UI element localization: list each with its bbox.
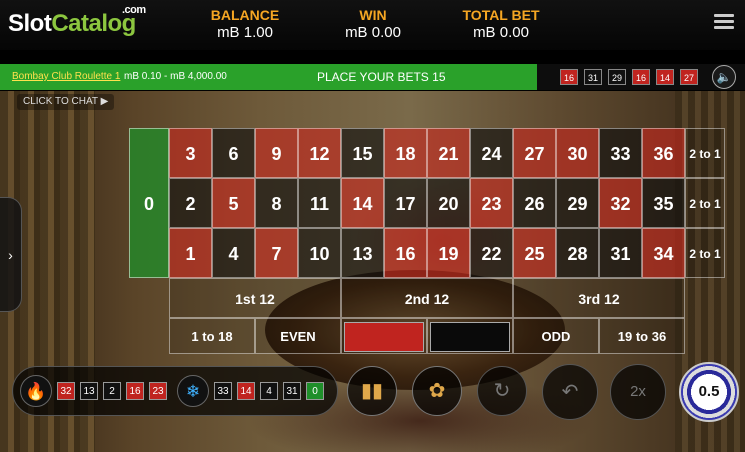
bet-spot-25[interactable]: 25 (513, 228, 556, 278)
black-swatch (430, 322, 510, 352)
bet-spot-even[interactable]: EVEN (255, 318, 341, 354)
snowflake-icon: ❄ (177, 375, 209, 407)
fire-icon: 🔥 (20, 375, 52, 407)
cold-number: 0 (306, 382, 324, 400)
bet-spot-33[interactable]: 33 (599, 128, 642, 178)
statistics-button[interactable]: ▮▮ (347, 366, 397, 416)
bet-spot-32[interactable]: 32 (599, 178, 642, 228)
bet-spot-34[interactable]: 34 (642, 228, 685, 278)
recent-result: 16 (632, 69, 650, 85)
bet-spot-column-1[interactable]: 2 to 1 (685, 228, 725, 278)
recent-result: 31 (584, 69, 602, 85)
bar-chart-icon: ▮▮ (360, 380, 383, 402)
bet-spot-19[interactable]: 19 (427, 228, 470, 278)
bet-spot-2[interactable]: 2 (169, 178, 212, 228)
bet-spot-6[interactable]: 6 (212, 128, 255, 178)
recent-result: 16 (560, 69, 578, 85)
bet-spot-28[interactable]: 28 (556, 228, 599, 278)
speaker-icon[interactable]: 🔈 (712, 65, 736, 89)
win-label: WIN (359, 7, 387, 23)
bet-spot-10[interactable]: 10 (298, 228, 341, 278)
racetrack-button[interactable]: ✿ (412, 366, 462, 416)
cold-number: 33 (214, 382, 232, 400)
chip-selector[interactable]: 0.5 (679, 362, 739, 422)
header-bar: SlotCatalog .com BALANCE mB 1.00 WIN mB … (0, 0, 745, 50)
total-bet-value: mB 0.00 (473, 24, 529, 41)
bet-spot-7[interactable]: 7 (255, 228, 298, 278)
bet-spot-2nd-12[interactable]: 2nd 12 (341, 278, 513, 318)
bet-spot-odd[interactable]: ODD (513, 318, 599, 354)
recent-result: 14 (656, 69, 674, 85)
slotcatalog-logo: SlotCatalog .com (8, 4, 146, 37)
bet-spot-29[interactable]: 29 (556, 178, 599, 228)
bet-spot-26[interactable]: 26 (513, 178, 556, 228)
bet-spot-20[interactable]: 20 (427, 178, 470, 228)
bet-spot-12[interactable]: 12 (298, 128, 341, 178)
hot-number: 23 (149, 382, 167, 400)
rebet-button[interactable]: ↻ (477, 366, 527, 416)
hamburger-icon[interactable] (714, 14, 734, 30)
bet-spot-27[interactable]: 27 (513, 128, 556, 178)
chevron-right-icon: › (8, 247, 13, 263)
table-info-bar: Bombay Club Roulette 1 mB 0.10 - mB 4,00… (0, 64, 537, 90)
bet-spot-column-3[interactable]: 2 to 1 (685, 128, 725, 178)
total-bet-label: TOTAL BET (462, 7, 540, 23)
recent-result: 29 (608, 69, 626, 85)
hot-number: 32 (57, 382, 75, 400)
bet-spot-11[interactable]: 11 (298, 178, 341, 228)
rebet-icon: ↻ (493, 380, 511, 402)
bet-spot-1[interactable]: 1 (169, 228, 212, 278)
win-display: WIN mB 0.00 (333, 7, 413, 41)
cold-number: 31 (283, 382, 301, 400)
bet-spot-3rd-12[interactable]: 3rd 12 (513, 278, 685, 318)
bet-spot-35[interactable]: 35 (642, 178, 685, 228)
bet-spot-13[interactable]: 13 (341, 228, 384, 278)
bet-spot-36[interactable]: 36 (642, 128, 685, 178)
undo-button[interactable]: ↶ (542, 364, 598, 420)
racetrack-icon: ✿ (428, 380, 446, 402)
bet-spot-14[interactable]: 14 (341, 178, 384, 228)
bet-spot-9[interactable]: 9 (255, 128, 298, 178)
bet-spot-column-2[interactable]: 2 to 1 (685, 178, 725, 228)
bet-spot-8[interactable]: 8 (255, 178, 298, 228)
bet-spot-22[interactable]: 22 (470, 228, 513, 278)
bet-spot-5[interactable]: 5 (212, 178, 255, 228)
bet-spot-1st-12[interactable]: 1st 12 (169, 278, 341, 318)
double-icon: 2x (630, 383, 646, 400)
balance-label: BALANCE (210, 7, 280, 23)
bet-spot-24[interactable]: 24 (470, 128, 513, 178)
win-value: mB 0.00 (345, 24, 401, 41)
cold-number: 14 (237, 382, 255, 400)
bet-spot-17[interactable]: 17 (384, 178, 427, 228)
hot-number: 2 (103, 382, 121, 400)
bet-spot-1-to-18[interactable]: 1 to 18 (169, 318, 255, 354)
balance-display: BALANCE mB 1.00 (205, 7, 285, 41)
hot-number: 13 (80, 382, 98, 400)
double-button[interactable]: 2x (610, 364, 666, 420)
bet-spot-23[interactable]: 23 (470, 178, 513, 228)
side-panel-toggle[interactable]: › (0, 197, 22, 312)
bet-spot-4[interactable]: 4 (212, 228, 255, 278)
total-bet-display: TOTAL BET mB 0.00 (458, 7, 544, 41)
balance-value: mB 1.00 (217, 24, 273, 41)
bet-spot-21[interactable]: 21 (427, 128, 470, 178)
game-status: PLACE YOUR BETS 15 (317, 70, 446, 84)
table-name-link[interactable]: Bombay Club Roulette 1 (12, 71, 120, 82)
hot-number: 16 (126, 382, 144, 400)
bet-spot-16[interactable]: 16 (384, 228, 427, 278)
bet-spot-3[interactable]: 3 (169, 128, 212, 178)
red-swatch (344, 322, 424, 352)
recent-result: 27 (680, 69, 698, 85)
cold-number: 4 (260, 382, 278, 400)
bet-spot-19-to-36[interactable]: 19 to 36 (599, 318, 685, 354)
chat-button[interactable]: CLICK TO CHAT ▶ (17, 94, 115, 110)
bet-spot-0[interactable]: 0 (129, 128, 169, 278)
bet-spot-15[interactable]: 15 (341, 128, 384, 178)
bet-spot-30[interactable]: 30 (556, 128, 599, 178)
bet-spot-31[interactable]: 31 (599, 228, 642, 278)
bet-spot-18[interactable]: 18 (384, 128, 427, 178)
undo-icon: ↶ (561, 381, 579, 403)
bet-limits: mB 0.10 - mB 4,000.00 (124, 71, 227, 82)
